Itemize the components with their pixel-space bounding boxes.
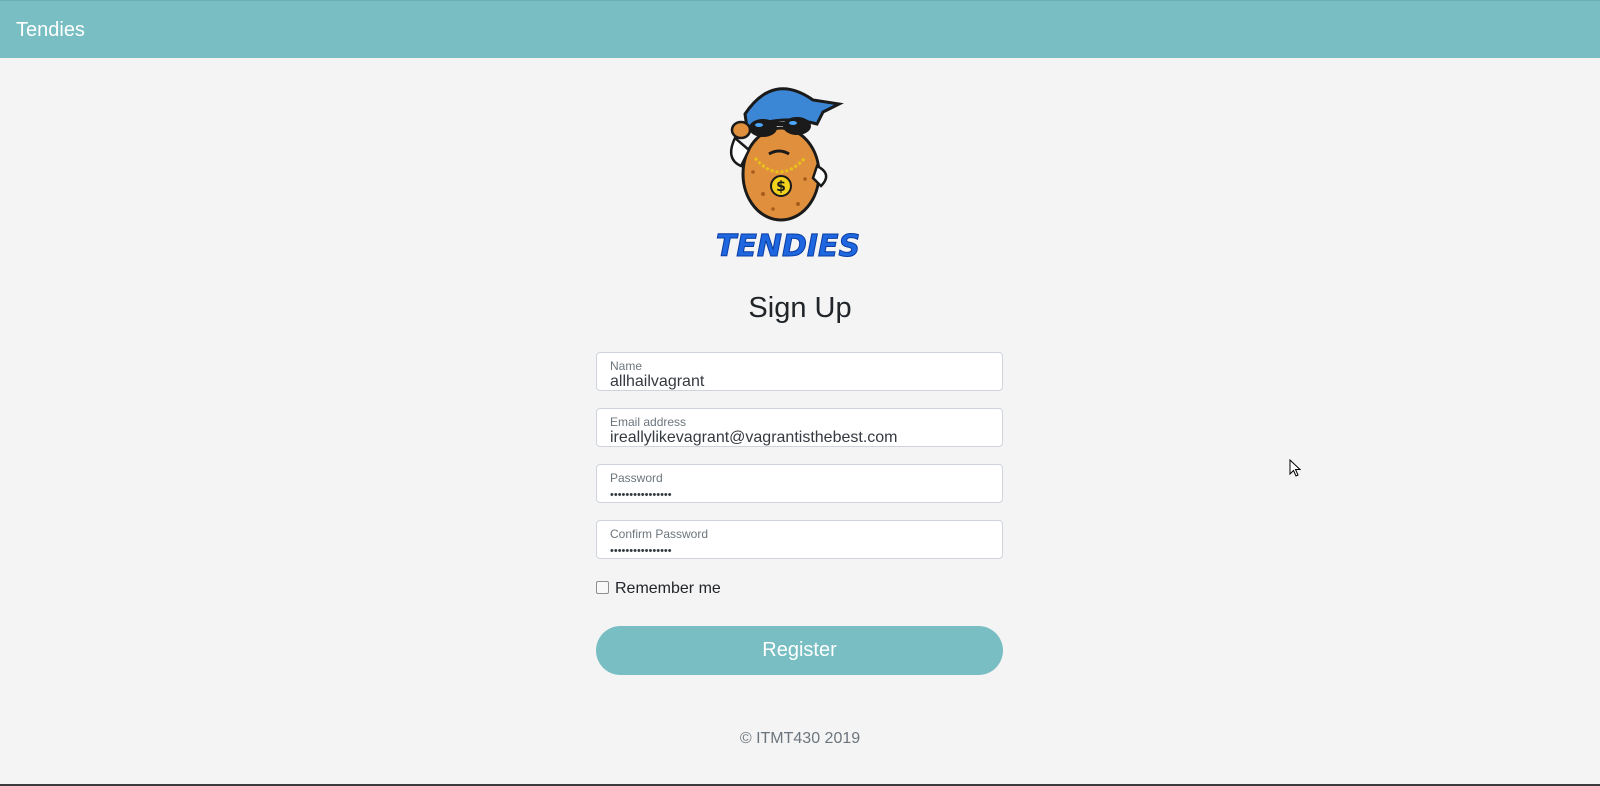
password-field[interactable]: Password •••••••••••••••• — [596, 464, 1003, 503]
footer-copyright: © ITMT430 2019 — [739, 730, 861, 747]
password-value[interactable]: •••••••••••••••• — [610, 489, 672, 501]
register-button[interactable]: Register — [596, 626, 1003, 675]
email-field[interactable]: Email address ireallylikevagrant@vagrant… — [596, 408, 1003, 447]
tendies-logo: $ TENDIES — [715, 87, 861, 265]
remember-me-checkbox[interactable] — [596, 581, 609, 594]
name-label: Name — [610, 359, 643, 373]
logo-wordmark: TENDIES — [716, 229, 860, 264]
name-field[interactable]: Name allhailvagrant — [596, 352, 1003, 391]
navbar-brand[interactable]: Tendies — [16, 18, 85, 42]
remember-me-label[interactable]: Remember me — [615, 580, 721, 598]
confirm-password-value[interactable]: •••••••••••••••• — [610, 545, 672, 557]
email-value[interactable]: ireallylikevagrant@vagrantisthebest.com — [610, 429, 897, 447]
name-value[interactable]: allhailvagrant — [610, 373, 704, 391]
confirm-password-label: Confirm Password — [610, 527, 709, 541]
top-navbar: Tendies — [0, 0, 1600, 58]
password-label: Password — [610, 471, 663, 485]
mouse-pointer-icon — [1289, 459, 1301, 477]
confirm-password-field[interactable]: Confirm Password •••••••••••••••• — [596, 520, 1003, 559]
page-title: Sign Up — [748, 292, 852, 324]
email-label: Email address — [610, 415, 687, 429]
svg-text:$: $ — [776, 179, 786, 195]
